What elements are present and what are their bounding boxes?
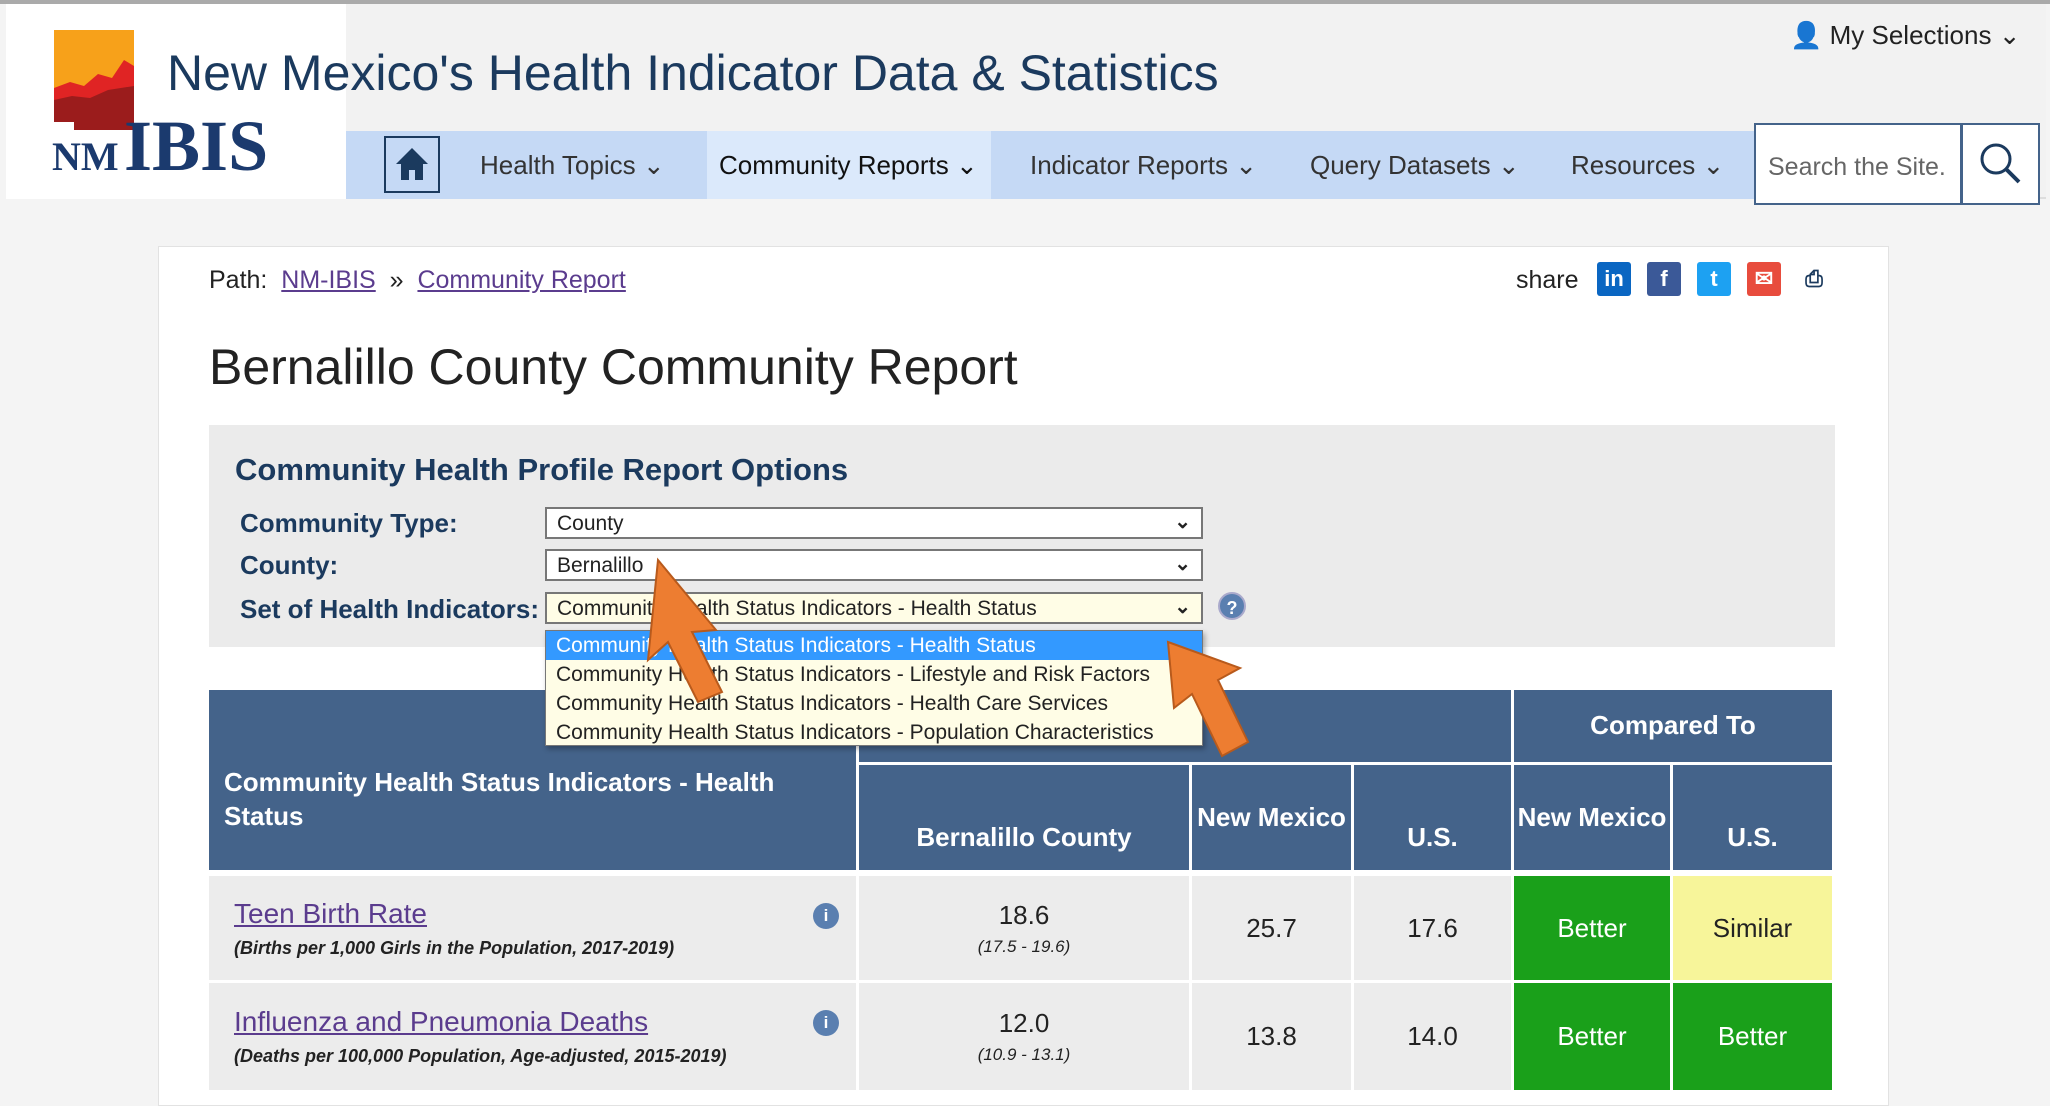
nav-query-datasets[interactable]: Query Datasets ⌄ (1310, 131, 1520, 199)
table-row-indicator: Teen Birth Rate (Births per 1,000 Girls i… (209, 876, 859, 983)
home-button[interactable] (384, 136, 440, 193)
twitter-icon[interactable]: t (1697, 262, 1731, 296)
user-icon: 👤 (1790, 20, 1823, 50)
teen-birth-rate-link[interactable]: Teen Birth Rate (234, 898, 427, 930)
indicator-set-select[interactable]: Community Health Status Indicators - Hea… (545, 592, 1203, 624)
search-input[interactable]: Search the Site. (1754, 123, 1962, 205)
dropdown-option[interactable]: Community Health Status Indicators - Pop… (546, 718, 1202, 747)
county-label: County: (240, 550, 339, 580)
col-compared-to: Compared To (1514, 690, 1832, 765)
chevron-down-icon: ⌄ (1998, 20, 2021, 50)
dropdown-option[interactable]: Community Health Status Indicators - Hea… (546, 631, 1202, 660)
site-title: New Mexico's Health Indicator Data & Sta… (167, 45, 1219, 101)
compare-us-badge: Better (1673, 983, 1832, 1093)
col-compare-nm: New Mexico (1514, 765, 1673, 873)
col-county: Bernalillo County (859, 765, 1192, 873)
nav-community-reports[interactable]: Community Reports ⌄ (719, 131, 978, 199)
indicator-set-dropdown: Community Health Status Indicators - Hea… (545, 630, 1203, 746)
search-button[interactable] (1961, 123, 2040, 205)
nav-health-topics[interactable]: Health Topics ⌄ (480, 131, 665, 199)
us-value: 14.0 (1354, 983, 1514, 1093)
my-selections-menu[interactable]: 👤 My Selections ⌄ (1790, 20, 2020, 51)
home-icon (396, 148, 428, 180)
nav-resources[interactable]: Resources ⌄ (1571, 131, 1724, 199)
community-type-label: Community Type: (240, 508, 458, 538)
community-type-select[interactable]: County ⌄ (545, 507, 1203, 539)
influenza-pneumonia-link[interactable]: Influenza and Pneumonia Deaths (234, 1006, 648, 1038)
county-select[interactable]: Bernalillo ⌄ (545, 549, 1203, 581)
breadcrumb: Path: NM-IBIS » Community Report (209, 266, 626, 294)
help-icon[interactable]: ? (1218, 592, 1246, 620)
svg-text:NM: NM (52, 134, 119, 176)
table-row-indicator: Influenza and Pneumonia Deaths (Deaths pe… (209, 983, 859, 1093)
info-icon[interactable]: i (813, 903, 839, 929)
info-icon[interactable]: i (813, 1010, 839, 1036)
set-label: Set of Health Indicators: (240, 594, 540, 624)
breadcrumb-nm-ibis[interactable]: NM-IBIS (281, 266, 375, 294)
county-value: 18.6 (17.5 - 19.6) (859, 876, 1192, 983)
compare-nm-badge: Better (1514, 983, 1673, 1093)
chevron-down-icon: ⌄ (1174, 553, 1191, 575)
print-icon[interactable]: ⎙ (1797, 262, 1831, 296)
email-icon[interactable]: ✉ (1747, 262, 1781, 296)
breadcrumb-community-report[interactable]: Community Report (417, 266, 625, 294)
col-us: U.S. (1354, 765, 1514, 873)
linkedin-icon[interactable]: in (1597, 262, 1631, 296)
us-value: 17.6 (1354, 876, 1514, 983)
chevron-down-icon: ⌄ (1174, 596, 1191, 618)
options-title: Community Health Profile Report Options (235, 452, 849, 487)
nm-value: 13.8 (1192, 983, 1354, 1093)
county-value: 12.0 (10.9 - 13.1) (859, 983, 1192, 1093)
col-new-mexico: New Mexico (1192, 765, 1354, 873)
nav-indicator-reports[interactable]: Indicator Reports ⌄ (1030, 131, 1257, 199)
nm-value: 25.7 (1192, 876, 1354, 983)
compare-nm-badge: Better (1514, 876, 1673, 983)
facebook-icon[interactable]: f (1647, 262, 1681, 296)
page-title: Bernalillo County Community Report (209, 339, 1018, 395)
chevron-down-icon: ⌄ (1174, 511, 1191, 533)
col-compare-us: U.S. (1673, 765, 1832, 873)
dropdown-option[interactable]: Community Health Status Indicators - Lif… (546, 660, 1202, 689)
share-label: share (1516, 266, 1579, 294)
svg-text:IBIS: IBIS (124, 106, 268, 176)
compare-us-badge: Similar (1673, 876, 1832, 983)
search-icon (1980, 143, 2021, 184)
dropdown-option[interactable]: Community Health Status Indicators - Hea… (546, 689, 1202, 718)
